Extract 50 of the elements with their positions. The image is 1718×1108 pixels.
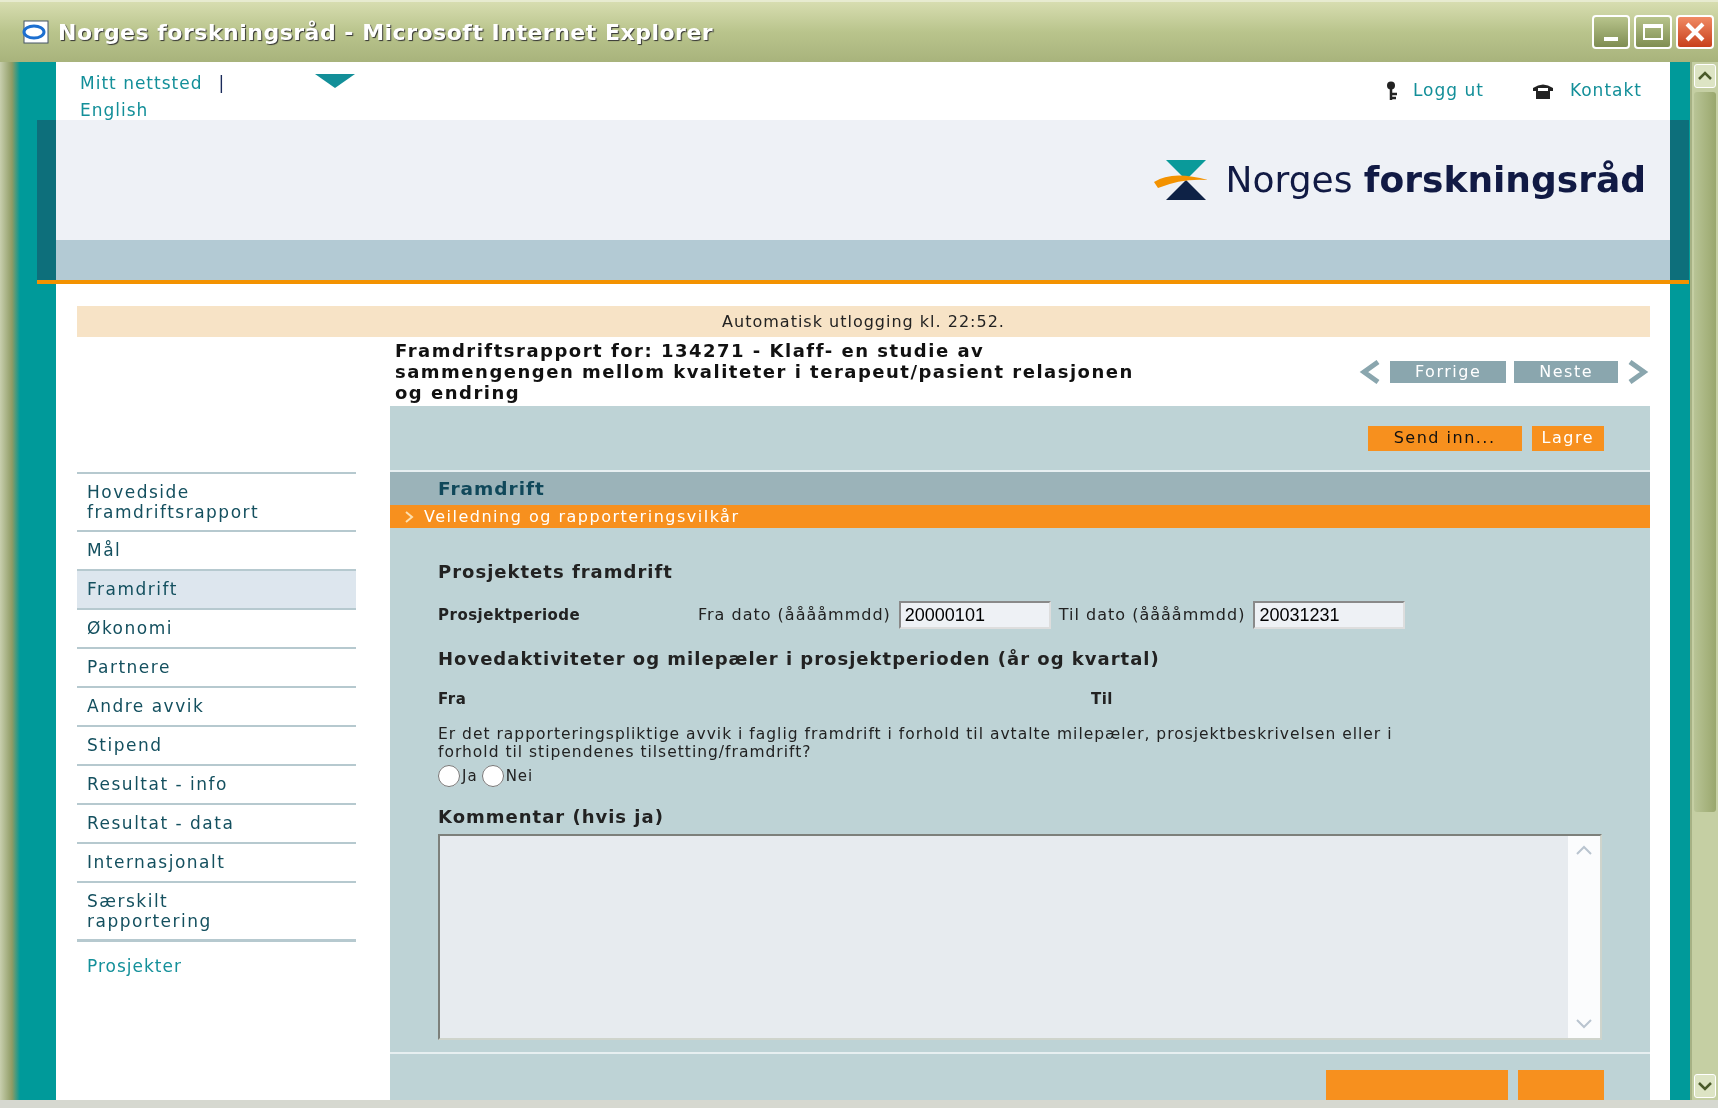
sidebar-item[interactable]: Hovedside framdriftsrapport <box>77 472 356 530</box>
close-icon[interactable] <box>1684 21 1706 43</box>
date-field[interactable]: 20000101 <box>898 601 1051 629</box>
phone-icon <box>1531 82 1554 100</box>
logout-notice: Automatisk utlogging kl. 22:52. <box>77 306 1650 337</box>
chevron-right-icon <box>404 509 414 524</box>
form-heading: Hovedaktiviteter og milepæler i prosjektperioden (år og kvartal) <box>438 647 1161 671</box>
sidebar-item[interactable]: Resultat - data <box>77 803 356 842</box>
field-label: Fra dato (ååååmmdd) <box>698 604 891 626</box>
question-text: Er det rapporteringspliktige avvik i faglig framdrift i forhold til avtalte milepæler, prosjektbeskrivelsen eller i forhold til stipendenes tilsetting/framdrift? <box>438 724 1394 761</box>
sidebar-item[interactable]: Partnere <box>77 647 356 686</box>
field-label: Til dato (ååååmmdd) <box>1058 604 1246 626</box>
scrollbar[interactable] <box>1690 62 1718 1100</box>
link-separator: | <box>218 72 226 95</box>
header-link[interactable]: Kontakt <box>1569 78 1642 104</box>
sidebar-item[interactable]: Økonomi <box>77 608 356 647</box>
date-field[interactable]: 20031231 <box>1253 601 1406 629</box>
sidebar-item[interactable]: Framdrift <box>77 569 356 608</box>
dropdown-triangle-icon[interactable] <box>315 74 356 88</box>
close-button[interactable] <box>1676 15 1714 49</box>
form-heading: Prosjektets framdrift <box>438 560 674 584</box>
option-label: Ja <box>462 765 478 787</box>
report-title: Framdriftsrapport for: 134271 - Klaff- en studie av sammengengen mellom kvaliteter i terapeut/pasient relasjonen og endring <box>395 340 1135 403</box>
chevron-right-icon[interactable] <box>1626 359 1650 384</box>
site-link[interactable]: Mitt nettsted <box>80 70 203 97</box>
logo-text: Norges forskningsråd <box>1225 158 1646 202</box>
header-link[interactable]: Logg ut <box>1412 78 1484 104</box>
form-heading: Kommentar (hvis ja) <box>438 805 665 829</box>
radio-button[interactable] <box>481 764 504 787</box>
key-icon <box>1385 81 1397 101</box>
window-title: Norges forskningsråd - Microsoft Internet Explorer <box>58 18 715 47</box>
browser-icon <box>22 18 50 46</box>
projects-link[interactable]: Prosjekter <box>77 939 356 992</box>
scroll-down-icon[interactable] <box>1696 1079 1714 1093</box>
radio-button[interactable] <box>438 764 460 787</box>
minimize-button[interactable] <box>1592 15 1630 49</box>
submit-button[interactable]: Send inn... <box>1367 425 1522 451</box>
sidebar-item[interactable]: Internasjonalt <box>77 842 356 881</box>
section-header: Framdrift <box>390 472 1650 505</box>
sidebar-item[interactable]: Stipend <box>77 725 356 764</box>
sidebar-item[interactable]: Andre avvik <box>77 686 356 725</box>
sidebar-item[interactable]: Resultat - info <box>77 764 356 803</box>
column-label: Til <box>1091 689 1113 710</box>
column-label: Fra <box>438 689 468 710</box>
option-label: Nei <box>505 765 534 787</box>
sidebar-item[interactable]: Særskilt rapportering <box>77 881 356 939</box>
chevron-left-icon[interactable] <box>1358 359 1382 384</box>
maximize-button[interactable] <box>1634 15 1672 49</box>
site-link[interactable]: English <box>80 97 226 124</box>
field-label: Prosjektperiode <box>438 604 582 626</box>
